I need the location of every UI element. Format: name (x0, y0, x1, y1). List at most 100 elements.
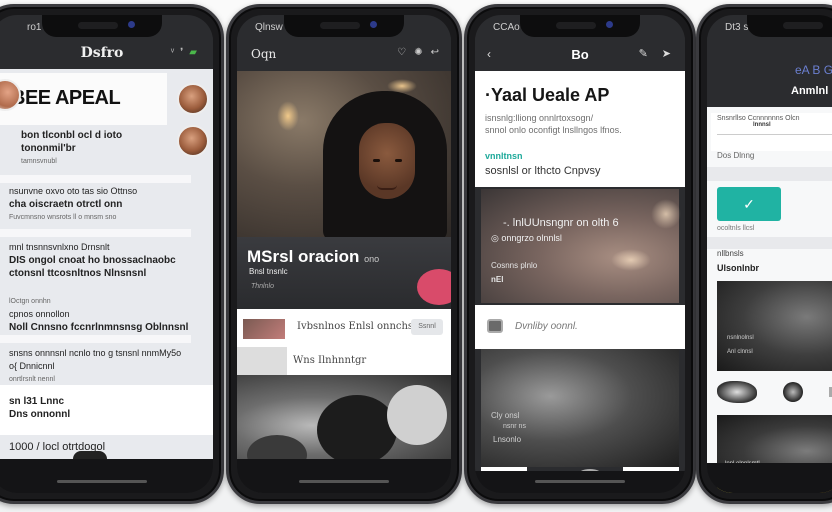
search-input[interactable]: Snsnrllso Ccnnnnnns Olcn (717, 115, 832, 122)
record-button[interactable] (417, 269, 451, 305)
phone-3: CCAo ‹ Bo ✎ ➤ ·Yaal Ueale AP isnsnlg:lli… (464, 4, 696, 504)
battery-icon: ▰ (189, 47, 197, 58)
banner-subline: ◎ onngrzo olnnlsl (491, 233, 562, 243)
avatar[interactable] (177, 83, 209, 115)
bottom-bezel (707, 463, 832, 493)
list-item-line: cpnos onnollon (9, 309, 70, 319)
tile-caption: ocoltnls llcsl (717, 225, 755, 232)
list-item-title: Wns Ilnhnntgr (287, 347, 451, 375)
heart-icon[interactable]: ♡ (397, 47, 406, 58)
home-indicator[interactable] (535, 480, 625, 483)
media-banner[interactable]: -. lnlUUnsngnr on olth 6 ◎ onngrzo olnnl… (481, 189, 681, 303)
send-icon[interactable]: ➤ (662, 47, 671, 60)
list-item-line: o{ Dnnicnnl (9, 361, 55, 371)
intro-line: bon tlconbl ocl d ioto (21, 130, 123, 141)
list-item-line: nsunvne oxvo oto tas sio Ottnso (9, 186, 138, 196)
footer-text: 1000 / locl otrtdogol (9, 441, 213, 454)
list-item[interactable]: Ivbsnlnos Enlsl onnchs Ssnnl (237, 309, 451, 347)
list-item[interactable]: lOctgn onnhn cpnos onnollon Noll Cnnsno … (9, 295, 213, 334)
sticker-row (717, 377, 832, 407)
status-icons: ᵛ ❜ ▰ (171, 47, 197, 58)
nav-subtitle: eA B Gl (795, 63, 832, 77)
share-icon[interactable]: ↩ (431, 47, 439, 58)
settings-icon[interactable]: ✺ (414, 47, 422, 58)
notch (747, 15, 832, 37)
divider (0, 229, 191, 237)
divider (707, 167, 832, 181)
nav-actions: ✎ ➤ (639, 47, 671, 60)
section-label: Dos Dlnng (717, 151, 755, 160)
phone-4: Dt3 s eA B Gl Anmlnl Snsnrllso Ccnnnnnns… (696, 4, 832, 504)
nav-title: Anmlnl (791, 85, 829, 97)
intro-line: tononmil'br (21, 143, 76, 154)
featured-title: MSrsl oracion ono (247, 247, 380, 266)
banner-caption: nEl (491, 275, 504, 284)
home-indicator[interactable] (299, 480, 389, 483)
category-tag[interactable]: vnnltnsn (485, 151, 523, 161)
section-title: Ulsonlnbr (717, 263, 759, 273)
photo-caption: nsnlnolnsl (727, 335, 754, 341)
list-item[interactable]: nsunvne oxvo oto tas sio Ottnso cha oisc… (9, 185, 213, 224)
clock-icon: ◎ (491, 233, 499, 243)
featured-caption[interactable]: MSrsl oracion ono Bnsl tnsnlc Thnlnlo (237, 237, 451, 309)
article-card[interactable]: ·Yaal Ueale AP isnsnlg:lliong onnlrtoxso… (475, 71, 685, 187)
app-icon (487, 319, 503, 333)
photo-caption: Cly onsl (491, 411, 520, 420)
badge-sticker-icon[interactable] (783, 382, 803, 402)
status-time: ro1 (27, 21, 42, 33)
list-item-line: ctonsnl ttcosnltnos Nlnsnsnl (9, 268, 147, 279)
home-indicator[interactable] (57, 480, 147, 483)
feed-content[interactable]: BEE APEAL bon tlconbl ocl d ioto tononmi… (0, 69, 213, 459)
phone-1-screen: ro1 Dsfro ᵛ ❜ ▰ BEE APEAL bon tlconbl oc… (0, 15, 213, 493)
list-item-line: cha oiscraetn otrctl onn (9, 199, 123, 210)
signal-icon: ᵛ (170, 47, 175, 58)
featured-caption-text: Thnlnlo (251, 283, 274, 290)
tab-indicator (73, 451, 107, 459)
front-camera-icon (606, 21, 613, 28)
hero-title: BEE APEAL (11, 87, 121, 109)
dance-icon: ✓ (743, 196, 755, 212)
front-camera-icon (370, 21, 377, 28)
section-label: nllbnsls (717, 249, 744, 258)
wifi-icon: ❜ (180, 47, 184, 58)
list-item[interactable]: Dvnliby oonnl. (475, 305, 685, 349)
notch (284, 15, 404, 37)
list-item-line: DIS ongol cnoat ho bnossaclnaobc (9, 255, 176, 266)
thumbnail (243, 319, 285, 339)
feed-content[interactable]: Snsnrllso Ccnnnnnns Olcn lnnnsl Dos Dlnn… (707, 107, 832, 493)
list-item-line: mnl tnsnnsvnlxno Drnsnlt (9, 242, 110, 252)
article-title: ·Yaal Ueale AP (485, 85, 610, 105)
action-button[interactable]: Ssnnl (411, 319, 443, 335)
photo-caption: Anl clnnsl (727, 349, 753, 355)
featured-photo[interactable] (237, 71, 451, 241)
search-hint: lnnnsl (753, 122, 771, 128)
status-time: Dt3 s (725, 21, 749, 33)
banner-caption: Cosnns plnlo (491, 261, 538, 270)
bottom-bezel (0, 459, 213, 493)
list-card[interactable]: sn l31 Lnnc Dns onnonnl (0, 385, 213, 435)
search-box[interactable]: Snsnrllso Ccnnnnnns Olcn lnnnsl (711, 113, 832, 151)
list-item-line: Fuvcmnsno wnsrots ll o mnsm sno (9, 214, 117, 221)
nav-bar: ‹ Bo ✎ ➤ (475, 37, 685, 71)
featured-subtitle: Bnsl tnsnlc (249, 267, 288, 276)
phone-2: Qlnsw Oqn ♡ ✺ ↩ MSrsl oracion ono Bnsl t… (226, 4, 462, 504)
nav-bar: eA B Gl Anmlnl (707, 37, 832, 107)
nav-bar: Dsfro ᵛ ❜ ▰ (0, 37, 213, 69)
list-item[interactable]: mnl tnsnnsvnlxno Drnsnlt DIS ongol cnoat… (9, 241, 213, 280)
hero-banner[interactable]: BEE APEAL (0, 73, 167, 125)
feed-photo[interactable]: nsnlnolnsl Anl clnnsl (717, 281, 832, 371)
status-time: Qlnsw (255, 21, 283, 33)
list-item[interactable]: snsns onnnsnl ncnlo tno g tsnsnl nnmMy5o… (9, 347, 213, 386)
feed-photo[interactable]: Cly onsl nsnr ns Lnsonlo (481, 349, 679, 467)
list-item-line: snsns onnnsnl ncnlo tno g tsnsnl nnmMy5o (9, 348, 182, 358)
front-camera-icon (128, 21, 135, 28)
divider (717, 134, 832, 135)
panda-sticker-icon[interactable] (717, 381, 757, 403)
edit-icon[interactable]: ✎ (639, 47, 648, 60)
featured-tile[interactable]: ✓ (717, 187, 781, 221)
nav-title: Oqn (251, 47, 277, 61)
intro-text: bon tlconbl ocl d ioto tononmil'br tamns… (21, 129, 213, 168)
feed-photo[interactable] (237, 375, 451, 475)
nav-actions: ♡ ✺ ↩ (397, 47, 439, 58)
featured-badge: ono (364, 254, 380, 264)
